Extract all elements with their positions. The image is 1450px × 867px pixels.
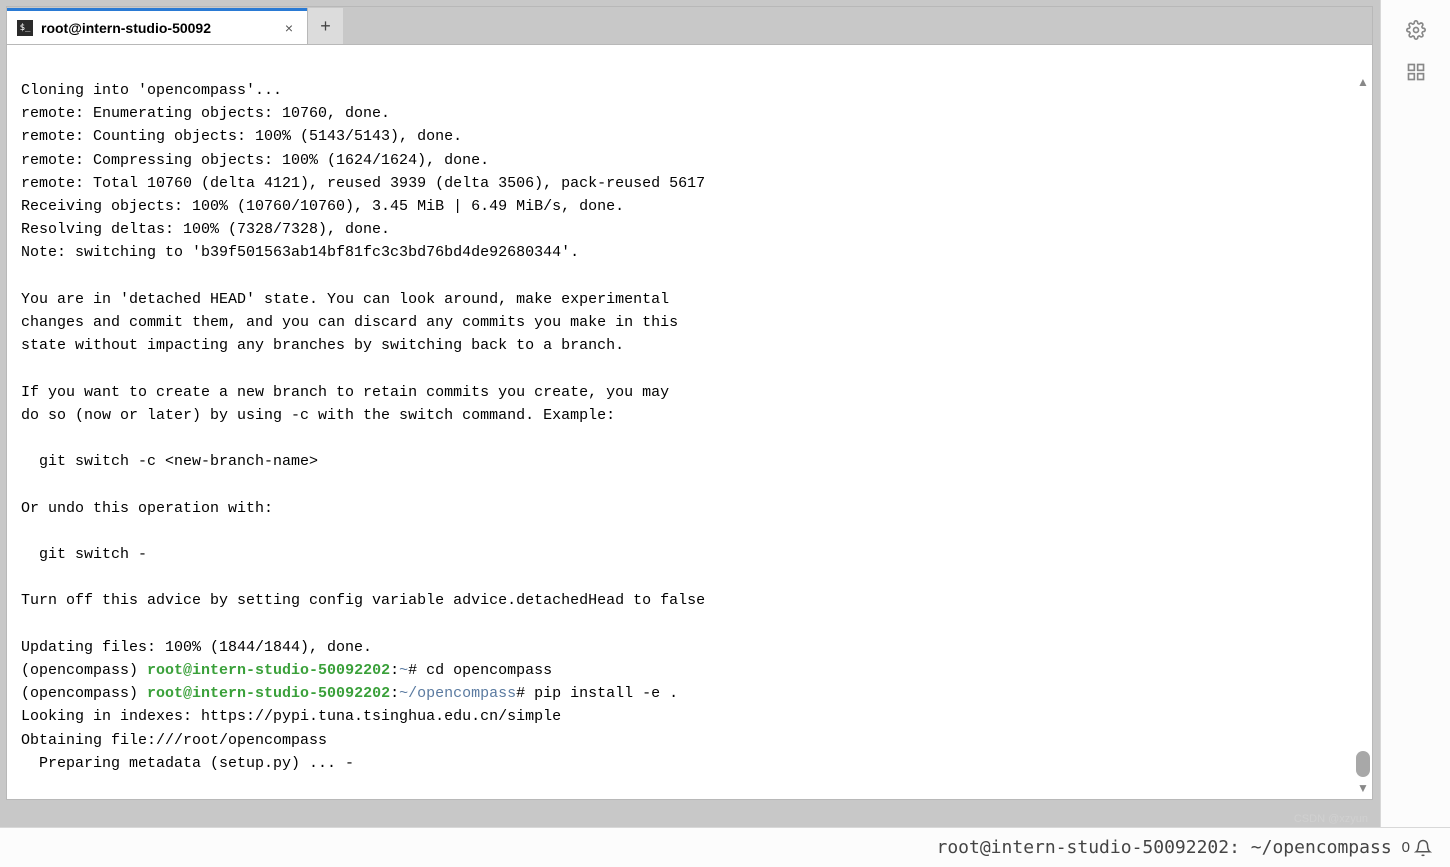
prompt-user: root@intern-studio-50092202 — [147, 685, 390, 702]
prompt-path: ~/opencompass — [399, 685, 516, 702]
line: do so (now or later) by using -c with th… — [21, 407, 615, 424]
watermark: CSDN @xzyun — [1294, 813, 1368, 825]
prompt-env: (opencompass) — [21, 685, 147, 702]
gear-icon[interactable] — [1404, 18, 1428, 42]
prompt-mark: # — [516, 685, 534, 702]
line: remote: Counting objects: 100% (5143/514… — [21, 128, 462, 145]
bell-icon — [1414, 839, 1432, 857]
terminal-tab[interactable]: $_ root@intern-studio-50092 × — [7, 8, 307, 44]
new-tab-button[interactable]: + — [307, 8, 343, 44]
line: Or undo this operation with: — [21, 500, 273, 517]
line: Note: switching to 'b39f501563ab14bf81fc… — [21, 244, 579, 261]
scroll-down-icon[interactable]: ▼ — [1356, 781, 1370, 795]
line: remote: Total 10760 (delta 4121), reused… — [21, 175, 705, 192]
line: Looking in indexes: https://pypi.tuna.ts… — [21, 708, 561, 725]
terminal-window: $_ root@intern-studio-50092 × + Cloning … — [6, 6, 1373, 800]
line: remote: Compressing objects: 100% (1624/… — [21, 152, 489, 169]
line: If you want to create a new branch to re… — [21, 384, 669, 401]
close-icon[interactable]: × — [281, 20, 297, 36]
prompt-path: ~ — [399, 662, 408, 679]
line: Updating files: 100% (1844/1844), done. — [21, 639, 372, 656]
prompt-mark: # — [408, 662, 426, 679]
scrollbar-thumb[interactable] — [1356, 751, 1370, 777]
tab-title: root@intern-studio-50092 — [41, 20, 273, 36]
status-bar: root@intern-studio-50092202: ~/opencompa… — [0, 827, 1450, 867]
prompt-user: root@intern-studio-50092202 — [147, 662, 390, 679]
line: Preparing metadata (setup.py) ... - — [21, 755, 354, 772]
line: Turn off this advice by setting config v… — [21, 592, 705, 609]
line: Cloning into 'opencompass'... — [21, 82, 282, 99]
line: remote: Enumerating objects: 10760, done… — [21, 105, 390, 122]
prompt-colon: : — [390, 685, 399, 702]
terminal-output: Cloning into 'opencompass'... remote: En… — [21, 79, 1358, 775]
line: git switch - — [21, 546, 147, 563]
line: Resolving deltas: 100% (7328/7328), done… — [21, 221, 390, 238]
terminal-icon: $_ — [17, 20, 33, 36]
notifications-button[interactable]: 0 — [1402, 839, 1432, 857]
extensions-icon[interactable] — [1404, 60, 1428, 84]
line: changes and commit them, and you can dis… — [21, 314, 678, 331]
prompt-colon: : — [390, 662, 399, 679]
terminal-body[interactable]: Cloning into 'opencompass'... remote: En… — [7, 45, 1372, 799]
side-panel — [1380, 0, 1450, 867]
line: Obtaining file:///root/opencompass — [21, 732, 327, 749]
badge-count: 0 — [1402, 839, 1410, 856]
status-text: root@intern-studio-50092202: ~/opencompa… — [937, 837, 1392, 858]
tab-bar: $_ root@intern-studio-50092 × + — [7, 7, 1372, 45]
prompt-env: (opencompass) — [21, 662, 147, 679]
line: Receiving objects: 100% (10760/10760), 3… — [21, 198, 624, 215]
scroll-up-icon[interactable]: ▲ — [1356, 75, 1370, 89]
line: git switch -c <new-branch-name> — [21, 453, 318, 470]
line: state without impacting any branches by … — [21, 337, 624, 354]
line: You are in 'detached HEAD' state. You ca… — [21, 291, 669, 308]
prompt-command: cd opencompass — [426, 662, 552, 679]
prompt-command: pip install -e . — [534, 685, 678, 702]
